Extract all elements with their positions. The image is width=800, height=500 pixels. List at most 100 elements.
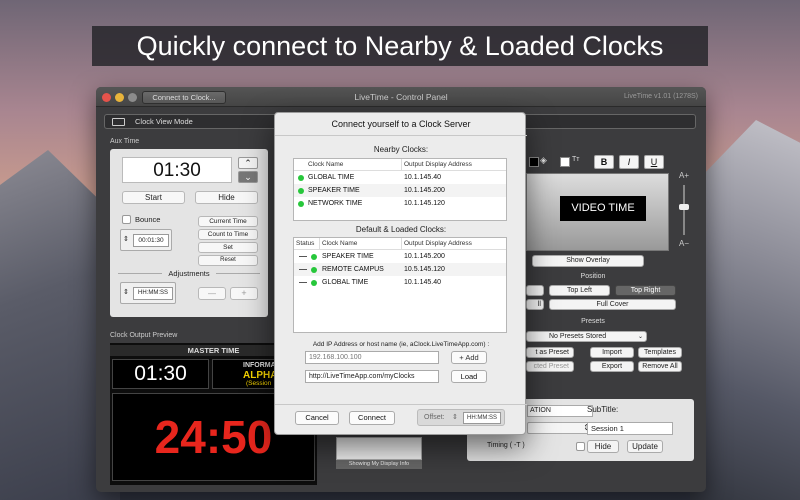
nearby-list-header: Clock Name Output Display Address <box>294 159 506 171</box>
adjustment-field[interactable]: HH:MM:SS <box>133 287 173 300</box>
italic-button[interactable]: I <box>619 155 639 169</box>
connect-to-clock-button[interactable]: Connect to Clock... <box>142 91 226 104</box>
underline-button[interactable]: U <box>644 155 664 169</box>
status-online-icon <box>298 175 304 181</box>
position-full-left-button[interactable]: ll <box>526 299 544 310</box>
templates-button[interactable]: Templates <box>638 347 682 358</box>
subtitle-field[interactable]: Session 1 <box>587 422 673 435</box>
nearby-clock-row[interactable]: SPEAKER TIME 10.1.145.200 <box>294 184 506 197</box>
info-update-button[interactable]: Update <box>627 440 663 453</box>
duration-stepper-box: ⇕ 00:01:30 <box>120 229 172 251</box>
info-stepper[interactable]: ⇕ <box>527 422 593 434</box>
stepper-arrows-icon[interactable]: ⇕ <box>123 288 129 296</box>
display-info-preview <box>336 437 422 460</box>
remove-clock-icon[interactable] <box>299 269 307 270</box>
loaded-clocks-list[interactable]: Status Clock Name Output Display Address… <box>293 237 507 333</box>
loaded-list-header: Status Clock Name Output Display Address <box>294 238 506 250</box>
loaded-header-clock-name[interactable]: Clock Name <box>322 238 357 249</box>
chevron-down-icon: ⌄ <box>637 334 643 340</box>
cancel-button[interactable]: Cancel <box>295 411 339 425</box>
adjustments-divider-right <box>216 273 260 274</box>
status-online-icon <box>311 267 317 273</box>
dialog-title-separator <box>275 135 527 136</box>
clock-view-mode-label: Clock View Mode <box>135 117 193 126</box>
bold-button[interactable]: B <box>594 155 614 169</box>
loaded-clock-row[interactable]: REMOTE CAMPUS 10.5.145.120 <box>294 263 506 276</box>
timing-label: Timing ( -T ) <box>487 442 525 449</box>
loaded-clock-row[interactable]: GLOBAL TIME 10.1.145.40 <box>294 276 506 289</box>
clock-name: SPEAKER TIME <box>308 187 360 194</box>
status-online-icon <box>298 188 304 194</box>
status-online-icon <box>311 280 317 286</box>
clock-list-url-input[interactable]: http://LiveTimeApp.com/myClocks <box>305 370 439 383</box>
subtitle-label: SubTitle: <box>587 405 619 414</box>
aux-time-display: 01:30 <box>122 157 232 183</box>
add-clock-button[interactable]: + Add <box>451 351 487 364</box>
load-button[interactable]: Load <box>451 370 487 383</box>
import-button[interactable]: Import <box>590 347 634 358</box>
position-top-right-button[interactable]: Top Right <box>615 285 676 296</box>
full-cover-button[interactable]: Full Cover <box>549 299 676 310</box>
bounce-checkbox[interactable] <box>122 215 131 224</box>
nearby-clocks-label: Nearby Clocks: <box>373 145 429 154</box>
position-label: Position <box>580 273 606 280</box>
hide-aux-button[interactable]: Hide <box>195 191 258 204</box>
export-button[interactable]: Export <box>590 361 634 372</box>
decrease-size-icon[interactable]: A− <box>674 239 694 248</box>
chevron-up-icon[interactable]: ⌃ <box>238 157 258 169</box>
subtract-button[interactable]: — <box>198 287 226 300</box>
info-title-field[interactable]: ATION <box>527 405 593 417</box>
font-size-icon[interactable]: Tт <box>572 156 579 163</box>
presets-dropdown[interactable]: No Presets Stored ⌄ <box>526 331 647 342</box>
delete-selected-preset-button[interactable]: cted Preset <box>526 361 574 372</box>
count-to-time-button[interactable]: Count to Time <box>198 229 258 240</box>
nearby-clock-row[interactable]: GLOBAL TIME 10.1.145.40 <box>294 171 506 184</box>
ip-address-input[interactable] <box>305 351 439 364</box>
show-overlay-button[interactable]: Show Overlay <box>532 255 644 267</box>
remove-all-button[interactable]: Remove All <box>638 361 682 372</box>
background-color-swatch[interactable] <box>560 157 570 167</box>
save-as-preset-button[interactable]: t as Preset <box>526 347 574 358</box>
presets-dropdown-value: No Presets Stored <box>549 333 607 340</box>
overlay-preview: VIDEO TIME <box>526 173 669 251</box>
text-color-swatch[interactable] <box>529 157 539 167</box>
start-button[interactable]: Start <box>122 191 185 204</box>
nearby-header-address[interactable]: Output Display Address <box>404 159 472 170</box>
nearby-clock-row[interactable]: NETWORK TIME 10.1.145.120 <box>294 197 506 210</box>
remove-clock-icon[interactable] <box>299 282 307 283</box>
info-hide-button[interactable]: Hide <box>587 440 619 453</box>
nearby-clocks-list[interactable]: Clock Name Output Display Address GLOBAL… <box>293 158 507 221</box>
add-button[interactable]: + <box>230 287 258 300</box>
connect-button[interactable]: Connect <box>349 411 395 425</box>
slider-track[interactable] <box>683 185 685 235</box>
loaded-clock-row[interactable]: SPEAKER TIME 10.1.145.200 <box>294 250 506 263</box>
loaded-header-status[interactable]: Status <box>296 238 314 249</box>
nearby-header-clock-name[interactable]: Clock Name <box>308 159 343 170</box>
clock-name: REMOTE CAMPUS <box>322 266 384 273</box>
reset-button[interactable]: Reset <box>198 255 258 266</box>
adjustment-stepper-box: ⇕ HH:MM:SS <box>120 282 176 304</box>
position-top-left-button[interactable]: Top Left <box>549 285 610 296</box>
format-toolbar: ◈ Tт B I U <box>529 151 702 171</box>
clock-name: GLOBAL TIME <box>308 174 355 181</box>
stepper-arrows-icon[interactable]: ⇕ <box>123 235 129 243</box>
preview-aux-time: 01:30 <box>112 359 209 389</box>
version-label: LiveTime v1.01 (1278S) <box>623 93 698 100</box>
text-size-slider[interactable]: A+ A− <box>674 171 694 253</box>
remove-clock-icon[interactable] <box>299 256 307 257</box>
duration-field[interactable]: 00:01:30 <box>133 234 169 247</box>
stepper-arrows-icon[interactable]: ⇕ <box>452 413 458 421</box>
paint-bucket-icon[interactable]: ◈ <box>540 155 547 166</box>
offset-field[interactable]: HH:MM:SS <box>463 412 501 424</box>
adjustments-divider-left <box>118 273 162 274</box>
current-time-button[interactable]: Current Time <box>198 216 258 227</box>
clock-address: 10.1.145.120 <box>404 200 445 207</box>
position-left-button[interactable] <box>526 285 544 296</box>
chevron-down-icon[interactable]: ⌄ <box>238 171 258 183</box>
set-button[interactable]: Set <box>198 242 258 253</box>
increase-size-icon[interactable]: A+ <box>674 171 694 180</box>
loaded-header-address[interactable]: Output Display Address <box>404 238 472 249</box>
timing-checkbox[interactable] <box>576 442 585 451</box>
status-online-icon <box>311 254 317 260</box>
slider-thumb[interactable] <box>679 204 689 210</box>
